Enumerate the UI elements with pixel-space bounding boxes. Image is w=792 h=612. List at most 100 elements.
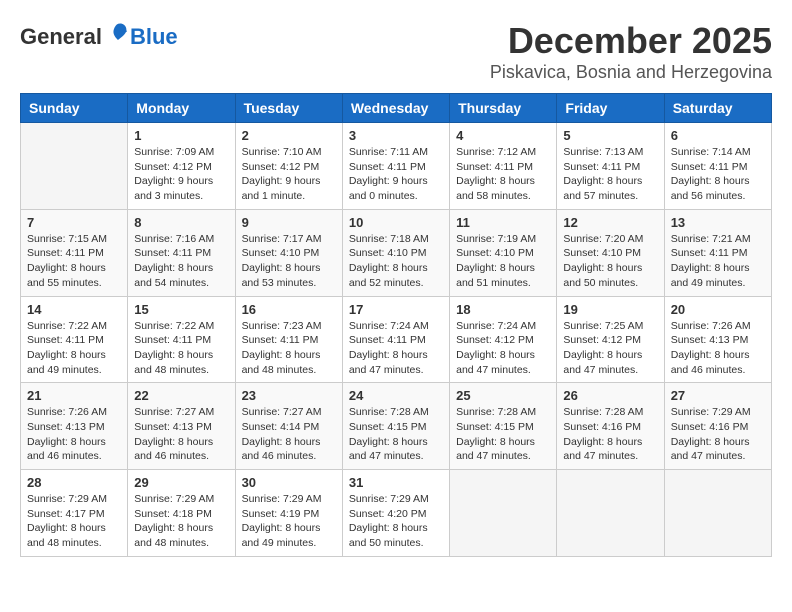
day-header-thursday: Thursday: [450, 94, 557, 123]
day-header-tuesday: Tuesday: [235, 94, 342, 123]
day-header-monday: Monday: [128, 94, 235, 123]
day-info: Sunrise: 7:29 AMSunset: 4:17 PMDaylight:…: [27, 492, 121, 551]
logo-blue: Blue: [130, 24, 178, 50]
calendar-table: SundayMondayTuesdayWednesdayThursdayFrid…: [20, 93, 772, 557]
day-info: Sunrise: 7:22 AMSunset: 4:11 PMDaylight:…: [27, 319, 121, 378]
day-number: 22: [134, 388, 228, 403]
day-number: 1: [134, 128, 228, 143]
day-number: 27: [671, 388, 765, 403]
day-number: 28: [27, 475, 121, 490]
calendar-header-row: SundayMondayTuesdayWednesdayThursdayFrid…: [21, 94, 772, 123]
day-number: 18: [456, 302, 550, 317]
day-number: 19: [563, 302, 657, 317]
calendar-cell: 30 Sunrise: 7:29 AMSunset: 4:19 PMDayligh…: [235, 470, 342, 557]
day-info: Sunrise: 7:26 AMSunset: 4:13 PMDaylight:…: [27, 405, 121, 464]
day-number: 5: [563, 128, 657, 143]
week-row-3: 14 Sunrise: 7:22 AMSunset: 4:11 PMDayligh…: [21, 296, 772, 383]
day-info: Sunrise: 7:29 AMSunset: 4:20 PMDaylight:…: [349, 492, 443, 551]
calendar-cell: 25 Sunrise: 7:28 AMSunset: 4:15 PMDayligh…: [450, 383, 557, 470]
calendar-cell: 18 Sunrise: 7:24 AMSunset: 4:12 PMDayligh…: [450, 296, 557, 383]
calendar-cell: 22 Sunrise: 7:27 AMSunset: 4:13 PMDayligh…: [128, 383, 235, 470]
day-number: 15: [134, 302, 228, 317]
day-info: Sunrise: 7:11 AMSunset: 4:11 PMDaylight:…: [349, 145, 443, 204]
calendar-cell: 12Sunrise: 7:20 AMSunset: 4:10 PMDayligh…: [557, 209, 664, 296]
day-number: 21: [27, 388, 121, 403]
week-row-4: 21 Sunrise: 7:26 AMSunset: 4:13 PMDayligh…: [21, 383, 772, 470]
logo-bird-icon: [104, 20, 132, 48]
calendar-cell: 16 Sunrise: 7:23 AMSunset: 4:11 PMDayligh…: [235, 296, 342, 383]
page-header: General Blue December 2025 Piskavica, Bo…: [20, 20, 772, 83]
day-info: Sunrise: 7:18 AMSunset: 4:10 PMDaylight:…: [349, 232, 443, 291]
day-info: Sunrise: 7:22 AMSunset: 4:11 PMDaylight:…: [134, 319, 228, 378]
calendar-cell: 9 Sunrise: 7:17 AMSunset: 4:10 PMDaylight…: [235, 209, 342, 296]
day-info: Sunrise: 7:13 AMSunset: 4:11 PMDaylight:…: [563, 145, 657, 204]
day-info: Sunrise: 7:27 AMSunset: 4:14 PMDaylight:…: [242, 405, 336, 464]
day-number: 6: [671, 128, 765, 143]
day-number: 13: [671, 215, 765, 230]
day-info: Sunrise: 7:24 AMSunset: 4:12 PMDaylight:…: [456, 319, 550, 378]
day-info: Sunrise: 7:25 AMSunset: 4:12 PMDaylight:…: [563, 319, 657, 378]
calendar-cell: 17Sunrise: 7:24 AMSunset: 4:11 PMDayligh…: [342, 296, 449, 383]
day-number: 16: [242, 302, 336, 317]
day-info: Sunrise: 7:26 AMSunset: 4:13 PMDaylight:…: [671, 319, 765, 378]
calendar-cell: 28 Sunrise: 7:29 AMSunset: 4:17 PMDayligh…: [21, 470, 128, 557]
calendar-cell: 10 Sunrise: 7:18 AMSunset: 4:10 PMDayligh…: [342, 209, 449, 296]
day-number: 2: [242, 128, 336, 143]
day-info: Sunrise: 7:15 AMSunset: 4:11 PMDaylight:…: [27, 232, 121, 291]
day-number: 9: [242, 215, 336, 230]
location-title: Piskavica, Bosnia and Herzegovina: [490, 62, 772, 83]
day-info: Sunrise: 7:09 AMSunset: 4:12 PMDaylight:…: [134, 145, 228, 204]
day-number: 4: [456, 128, 550, 143]
day-number: 12: [563, 215, 657, 230]
day-number: 26: [563, 388, 657, 403]
calendar-cell: 5 Sunrise: 7:13 AMSunset: 4:11 PMDaylight…: [557, 123, 664, 210]
day-header-sunday: Sunday: [21, 94, 128, 123]
day-info: Sunrise: 7:29 AMSunset: 4:18 PMDaylight:…: [134, 492, 228, 551]
calendar-cell: 19 Sunrise: 7:25 AMSunset: 4:12 PMDayligh…: [557, 296, 664, 383]
calendar-cell: [557, 470, 664, 557]
calendar-cell: 15 Sunrise: 7:22 AMSunset: 4:11 PMDayligh…: [128, 296, 235, 383]
day-info: Sunrise: 7:17 AMSunset: 4:10 PMDaylight:…: [242, 232, 336, 291]
day-number: 20: [671, 302, 765, 317]
calendar-cell: 27 Sunrise: 7:29 AMSunset: 4:16 PMDayligh…: [664, 383, 771, 470]
week-row-1: 1 Sunrise: 7:09 AMSunset: 4:12 PMDaylight…: [21, 123, 772, 210]
day-number: 3: [349, 128, 443, 143]
calendar-cell: 20 Sunrise: 7:26 AMSunset: 4:13 PMDayligh…: [664, 296, 771, 383]
calendar-cell: [21, 123, 128, 210]
day-number: 10: [349, 215, 443, 230]
day-number: 8: [134, 215, 228, 230]
logo-general: General: [20, 24, 102, 50]
calendar-cell: 3 Sunrise: 7:11 AMSunset: 4:11 PMDaylight…: [342, 123, 449, 210]
day-header-wednesday: Wednesday: [342, 94, 449, 123]
month-title: December 2025: [490, 20, 772, 62]
day-number: 31: [349, 475, 443, 490]
title-section: December 2025 Piskavica, Bosnia and Herz…: [490, 20, 772, 83]
day-number: 30: [242, 475, 336, 490]
calendar-cell: 11 Sunrise: 7:19 AMSunset: 4:10 PMDayligh…: [450, 209, 557, 296]
calendar-cell: 26Sunrise: 7:28 AMSunset: 4:16 PMDayligh…: [557, 383, 664, 470]
day-number: 25: [456, 388, 550, 403]
day-header-friday: Friday: [557, 94, 664, 123]
calendar-cell: 24Sunrise: 7:28 AMSunset: 4:15 PMDayligh…: [342, 383, 449, 470]
day-info: Sunrise: 7:16 AMSunset: 4:11 PMDaylight:…: [134, 232, 228, 291]
calendar-cell: 6 Sunrise: 7:14 AMSunset: 4:11 PMDaylight…: [664, 123, 771, 210]
week-row-2: 7 Sunrise: 7:15 AMSunset: 4:11 PMDaylight…: [21, 209, 772, 296]
calendar-cell: 4Sunrise: 7:12 AMSunset: 4:11 PMDaylight…: [450, 123, 557, 210]
day-number: 7: [27, 215, 121, 230]
day-info: Sunrise: 7:23 AMSunset: 4:11 PMDaylight:…: [242, 319, 336, 378]
day-number: 11: [456, 215, 550, 230]
calendar-cell: 31 Sunrise: 7:29 AMSunset: 4:20 PMDayligh…: [342, 470, 449, 557]
calendar-cell: [450, 470, 557, 557]
day-info: Sunrise: 7:19 AMSunset: 4:10 PMDaylight:…: [456, 232, 550, 291]
day-info: Sunrise: 7:28 AMSunset: 4:15 PMDaylight:…: [456, 405, 550, 464]
day-info: Sunrise: 7:29 AMSunset: 4:19 PMDaylight:…: [242, 492, 336, 551]
day-info: Sunrise: 7:14 AMSunset: 4:11 PMDaylight:…: [671, 145, 765, 204]
calendar-cell: 8 Sunrise: 7:16 AMSunset: 4:11 PMDaylight…: [128, 209, 235, 296]
day-info: Sunrise: 7:27 AMSunset: 4:13 PMDaylight:…: [134, 405, 228, 464]
day-number: 24: [349, 388, 443, 403]
day-info: Sunrise: 7:29 AMSunset: 4:16 PMDaylight:…: [671, 405, 765, 464]
day-number: 14: [27, 302, 121, 317]
calendar-cell: 2Sunrise: 7:10 AMSunset: 4:12 PMDaylight…: [235, 123, 342, 210]
day-header-saturday: Saturday: [664, 94, 771, 123]
day-info: Sunrise: 7:21 AMSunset: 4:11 PMDaylight:…: [671, 232, 765, 291]
